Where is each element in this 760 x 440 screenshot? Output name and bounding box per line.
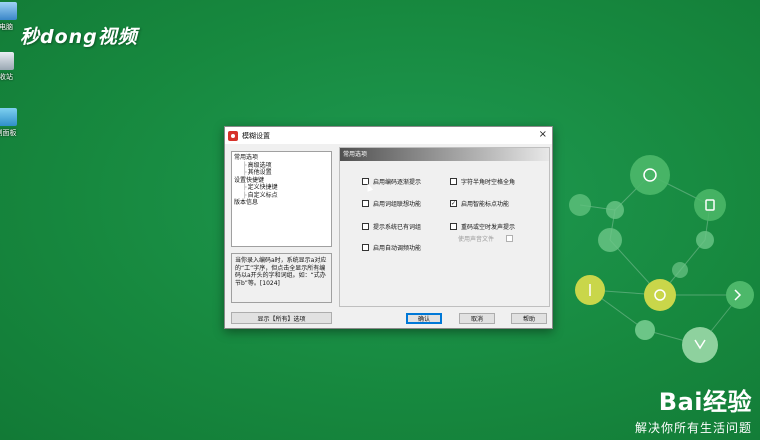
option-label: 重码或空时发声提示 (461, 224, 516, 231)
option-label: 启用编码逐渐提示 (373, 179, 422, 186)
checkbox-checked[interactable]: ✓ (450, 200, 457, 207)
baidu-slogan: 解决你所有生活问题 (634, 421, 752, 435)
checkbox[interactable] (450, 223, 457, 230)
option-label: 启用词组联想功能 (373, 201, 422, 208)
recycle-bin-icon (0, 52, 14, 70)
cancel-button[interactable]: 取消 (459, 313, 495, 324)
tree-item-shortcuts[interactable]: 设置快捷键 (234, 177, 331, 185)
computer-icon (0, 2, 17, 20)
close-button[interactable]: × (539, 129, 547, 141)
show-all-options-button[interactable]: 显示【所有】选项 (231, 312, 332, 324)
app-icon (228, 130, 238, 141)
tree-item-define-shortcut[interactable]: 定义快捷键 (234, 184, 331, 192)
options-group-header: 常用选项 (340, 148, 549, 161)
checkbox-disabled (506, 235, 514, 242)
baidu-logo: Bai经验 (635, 382, 752, 417)
dialog-titlebar[interactable]: 模糊设置 × (225, 127, 552, 144)
option-space-fullwidth[interactable]: 字符半角时空格全角 (450, 177, 515, 186)
option-label: 字符半角时空格全角 (461, 179, 516, 186)
settings-tree: 常用选项 高级选项 其他设置 设置快捷键 定义快捷键 自定义标点 版本信息 (231, 151, 332, 247)
tree-item-advanced[interactable]: 高级选项 (234, 162, 331, 170)
desktop-icon-label: 收站 (0, 73, 13, 81)
desktop-icon-control-panel[interactable]: 制面板 (0, 108, 26, 138)
lightbulb-decoration (569, 155, 754, 363)
tree-item-version[interactable]: 版本信息 (234, 199, 331, 207)
option-smart-punctuation[interactable]: ✓ 启用智能标点功能 (450, 199, 509, 208)
tree-item-custom-punctuation[interactable]: 自定义标点 (234, 192, 331, 200)
tree-item-common[interactable]: 常用选项 (234, 154, 331, 162)
option-auto-frequency[interactable]: 启用自动调频功能 (362, 243, 421, 252)
brand-watermark: 秒dong视频 (20, 26, 138, 48)
control-panel-icon (0, 108, 17, 126)
dialog-title: 模糊设置 (242, 131, 270, 140)
baidu-watermark: Bai经验 解决你所有生活问题 (635, 382, 752, 436)
option-label: 启用智能标点功能 (461, 201, 510, 208)
option-label: 提示系统已有词组 (373, 224, 422, 231)
option-label: 使用声音文件 (458, 236, 495, 243)
options-group: 常用选项 启用编码逐渐提示 字符半角时空格全角 启用词组联想功能 ✓ 启用智能标… (339, 147, 550, 307)
option-label: 启用自动调频功能 (373, 245, 422, 252)
baidu-logo-text: Bai经验 (658, 388, 752, 416)
desktop-icon-recycle-bin[interactable]: 收站 (0, 52, 26, 82)
option-description: 当你录入编码a时，系统显示a对应的“工”字序，但点击全显示所有编码以a开头的字和… (231, 253, 332, 303)
checkbox[interactable] (362, 200, 369, 207)
tree-item-other[interactable]: 其他设置 (234, 169, 331, 177)
option-use-sound-file: 使用声音文件 (458, 234, 517, 243)
checkbox[interactable] (362, 223, 369, 230)
option-show-existing-phrases[interactable]: 提示系统已有词组 (362, 222, 421, 231)
checkbox[interactable] (362, 244, 369, 251)
desktop-icon-label: 制面板 (0, 129, 17, 137)
settings-dialog: 模糊设置 × 常用选项 高级选项 其他设置 设置快捷键 定义快捷键 自定义标点 … (224, 126, 553, 329)
option-sound-alert[interactable]: 重码或空时发声提示 (450, 222, 515, 231)
option-phrase-association[interactable]: 启用词组联想功能 (362, 199, 421, 208)
ok-button[interactable]: 确认 (406, 313, 442, 324)
help-button[interactable]: 帮助 (511, 313, 547, 324)
checkbox[interactable] (450, 178, 457, 185)
